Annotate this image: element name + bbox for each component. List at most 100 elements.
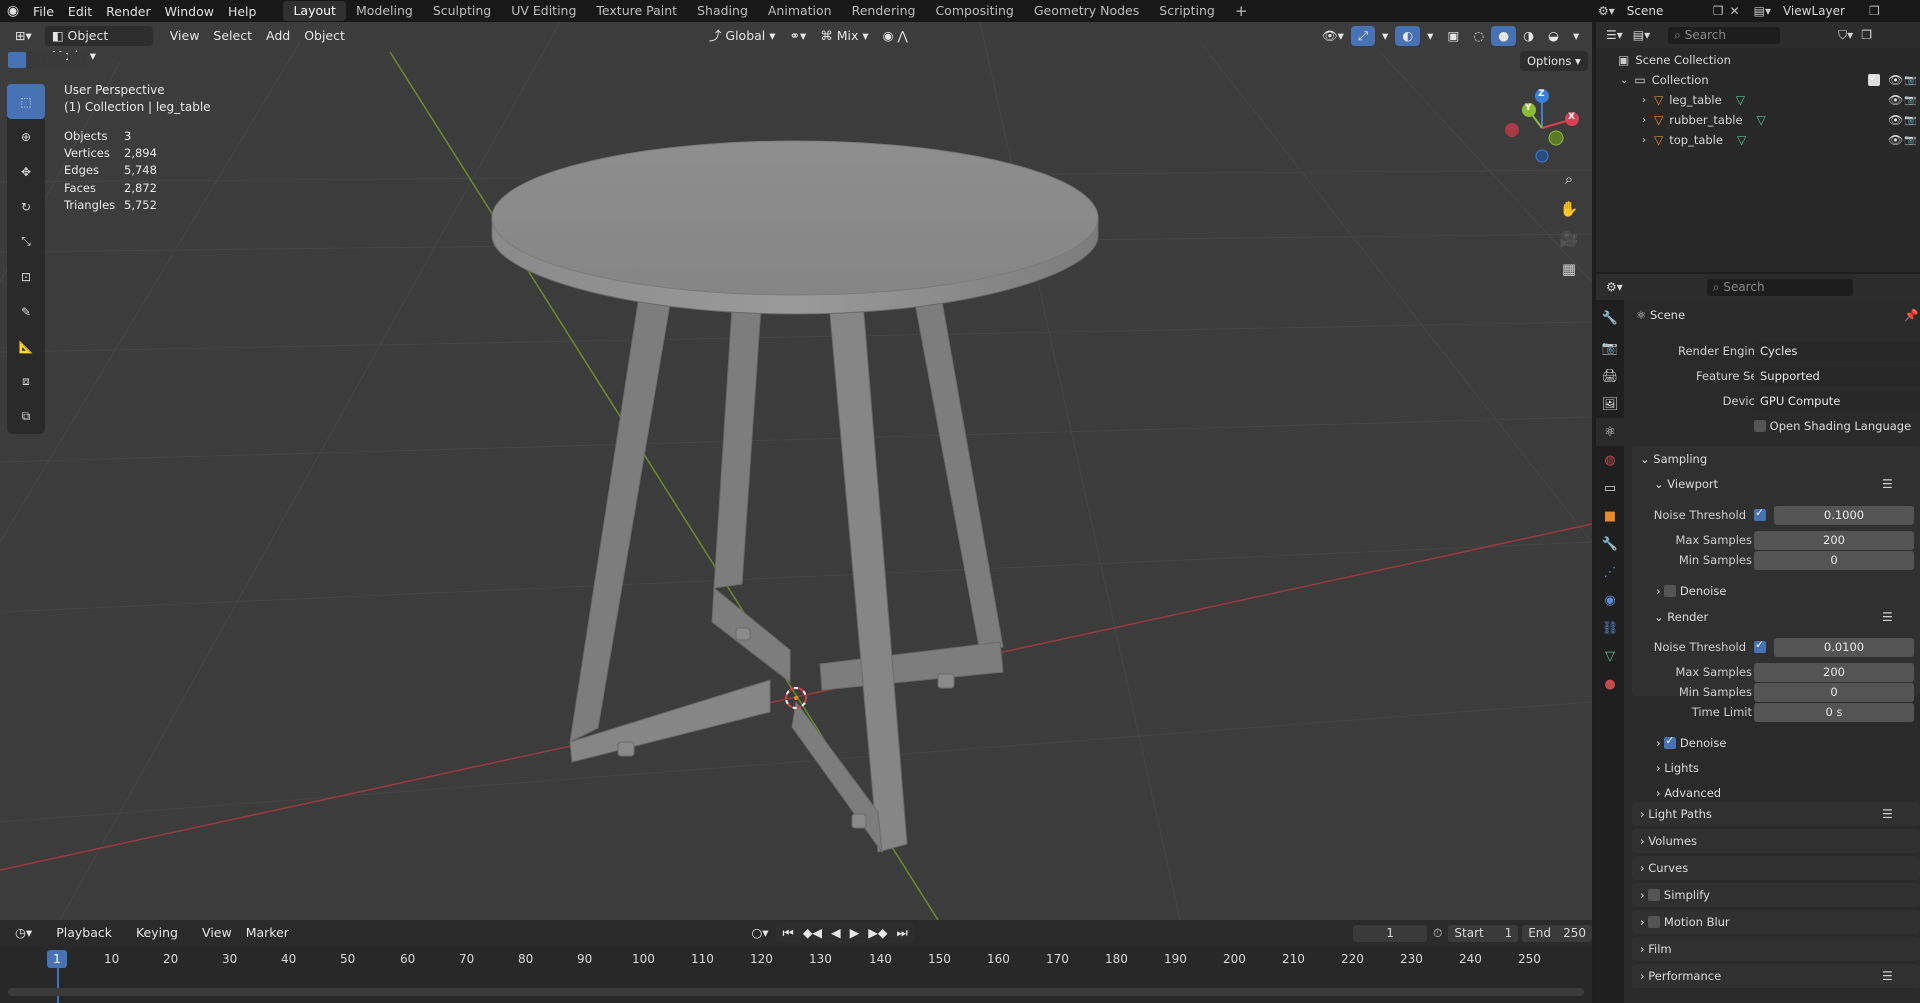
shading-solid-icon[interactable]: ●	[1491, 26, 1517, 46]
jump-keyframe-forward-icon[interactable]: ▶◆	[868, 923, 887, 943]
simplify-section[interactable]: › Simplify	[1640, 888, 1710, 902]
vp-noise-threshold-checkbox[interactable]	[1754, 506, 1766, 521]
device-dropdown[interactable]: GPU Compute	[1754, 392, 1920, 411]
tab-animation[interactable]: Animation	[758, 1, 842, 21]
scale-tool-icon[interactable]: ⤡	[7, 224, 45, 259]
camera-icon[interactable]: 📷	[1904, 115, 1916, 126]
curves-section[interactable]: › Curves	[1640, 861, 1688, 875]
outliner-search-input[interactable]: ⌕ Search	[1668, 26, 1781, 44]
current-frame-field[interactable]: 1	[1353, 924, 1428, 942]
play-reverse-icon[interactable]: ◀	[831, 923, 841, 943]
menu-file[interactable]: File	[26, 4, 61, 19]
stopwatch-icon[interactable]: ⏱	[1433, 926, 1442, 941]
tab-uv-editing[interactable]: UV Editing	[501, 1, 586, 21]
shading-dropdown-icon[interactable]: ▾	[1566, 26, 1586, 46]
collection-row[interactable]: ⌄ ▭ Collection 👁 📷	[1596, 70, 1920, 90]
tab-modeling[interactable]: Modeling	[346, 1, 423, 21]
properties-search-input[interactable]: ⌕ Search	[1706, 278, 1853, 296]
render-engine-dropdown[interactable]: Cycles	[1754, 342, 1920, 361]
vp-denoise-checkbox[interactable]	[1664, 585, 1677, 597]
cursor-tool-icon[interactable]: ⊕	[7, 119, 45, 154]
outliner-object-row[interactable]: › ▽ leg_table ▽ 👁 📷	[1596, 90, 1920, 110]
autokey-icon[interactable]: ○▾	[744, 923, 775, 943]
simplify-checkbox[interactable]	[1648, 889, 1661, 901]
light-paths-section[interactable]: › Light Paths	[1640, 807, 1712, 821]
vp-noise-threshold-field[interactable]: 0.1000	[1774, 506, 1914, 525]
jump-start-icon[interactable]: ⏮	[783, 923, 794, 943]
pivot-icon[interactable]: ⚭▾	[783, 26, 814, 46]
snap-dropdown[interactable]: ⌘ Mix ▾	[813, 26, 875, 46]
menu-add[interactable]: Add	[259, 26, 297, 46]
eye-icon[interactable]: 👁	[1888, 113, 1903, 127]
tab-sculpting[interactable]: Sculpting	[423, 1, 501, 21]
viewport-subsection-header[interactable]: ⌄ Viewport	[1654, 477, 1718, 491]
expand-chevron-icon[interactable]: ›	[1642, 95, 1646, 106]
collection-checkbox[interactable]	[1868, 71, 1880, 86]
shading-material-icon[interactable]: ◑	[1516, 26, 1541, 46]
tab-geometry-nodes[interactable]: Geometry Nodes	[1024, 1, 1149, 21]
timeline-scrollbar[interactable]	[8, 988, 1584, 996]
select-subtract-icon[interactable]	[48, 52, 66, 68]
transform-tool-icon[interactable]: ⊡	[7, 259, 45, 294]
sampling-section-header[interactable]: ⌄ Sampling	[1640, 452, 1707, 466]
output-tab-icon[interactable]: 🖨	[1596, 362, 1624, 390]
film-panel[interactable]	[1632, 937, 1920, 961]
xray-icon[interactable]: ▣	[1440, 26, 1466, 46]
overlay-dropdown-icon[interactable]: ▾	[1420, 26, 1440, 46]
3d-viewport[interactable]	[0, 22, 1592, 920]
menu-window[interactable]: Window	[158, 4, 221, 19]
measure-tool-icon[interactable]: 📐	[7, 329, 45, 364]
proportional-edit-icon[interactable]: ◉ ⋀	[876, 26, 915, 46]
editor-type-button[interactable]: ⊞▾	[8, 26, 39, 46]
end-frame-field[interactable]: End 250	[1522, 924, 1592, 942]
add-workspace-button[interactable]: +	[1225, 1, 1258, 21]
rotate-tool-icon[interactable]: ↻	[7, 189, 45, 224]
tab-layout[interactable]: Layout	[283, 1, 346, 21]
film-section[interactable]: › Film	[1640, 942, 1672, 956]
new-view-layer-icon[interactable]: ❐	[1869, 4, 1880, 18]
select-box-tool-icon[interactable]: ⬚	[7, 84, 45, 119]
marker-menu[interactable]: Marker	[239, 923, 296, 943]
osl-check-icon[interactable]	[1754, 420, 1766, 432]
annotate-tool-icon[interactable]: ✎	[7, 294, 45, 329]
pin-icon[interactable]: 📌	[1904, 308, 1918, 322]
particles-tab-icon[interactable]: ⋰	[1596, 558, 1624, 586]
menu-help[interactable]: Help	[221, 4, 264, 19]
time-limit-field[interactable]: 0 s	[1754, 703, 1914, 722]
select-intersect-icon[interactable]	[68, 52, 86, 68]
play-icon[interactable]: ▶	[850, 923, 860, 943]
outliner-object-row[interactable]: › ▽ top_table ▽ 👁 📷	[1596, 130, 1920, 150]
eye-icon[interactable]: 👁	[1888, 73, 1903, 87]
camera-icon[interactable]: 📷	[1904, 135, 1916, 146]
camera-icon[interactable]: 📷	[1904, 95, 1916, 106]
volumes-section[interactable]: › Volumes	[1640, 834, 1697, 848]
expand-chevron-icon[interactable]: ›	[1642, 135, 1646, 146]
camera-view-icon[interactable]: 🎥	[1556, 226, 1582, 252]
properties-editor-icon[interactable]: ⚙▾	[1606, 280, 1623, 294]
motion-blur-checkbox[interactable]	[1648, 916, 1661, 928]
presets-list-icon[interactable]: ☰	[1882, 610, 1893, 624]
vp-min-samples-field[interactable]: 0	[1754, 551, 1914, 570]
tab-compositing[interactable]: Compositing	[925, 1, 1023, 21]
zoom-icon[interactable]: ⌕	[1556, 166, 1582, 192]
menu-select[interactable]: Select	[206, 26, 259, 46]
object-tab-icon[interactable]: ■	[1596, 502, 1624, 530]
performance-section[interactable]: › Performance	[1640, 969, 1721, 983]
presets-list-icon[interactable]: ☰	[1882, 969, 1893, 983]
scene-name-field[interactable]: Scene	[1620, 2, 1707, 20]
view-layer-icon[interactable]: ▤▾	[1754, 4, 1771, 18]
view-layer-field[interactable]: ViewLayer	[1776, 2, 1863, 20]
constraints-tab-icon[interactable]: ⛓	[1596, 614, 1624, 642]
navigation-gizmo[interactable]: Z X Y	[1500, 86, 1582, 166]
filter-icon[interactable]: ⛉▾	[1838, 28, 1853, 43]
new-collection-icon[interactable]: ❐	[1861, 28, 1872, 42]
collection-tab-icon[interactable]: ▭	[1596, 474, 1624, 502]
timeline-ruler[interactable]: 10 20 30 40 50 60 70 80 90 100 110 120 1…	[0, 946, 1592, 1003]
render-subsection-header[interactable]: ⌄ Render	[1654, 610, 1708, 624]
r-denoise-subsection[interactable]: › Denoise	[1656, 734, 1726, 750]
visibility-icon[interactable]: 👁▾	[1315, 26, 1351, 46]
shading-rendered-icon[interactable]: ◒	[1541, 26, 1566, 46]
presets-list-icon[interactable]: ☰	[1882, 807, 1893, 821]
select-new-icon[interactable]	[8, 52, 26, 68]
tab-shading[interactable]: Shading	[687, 1, 758, 21]
